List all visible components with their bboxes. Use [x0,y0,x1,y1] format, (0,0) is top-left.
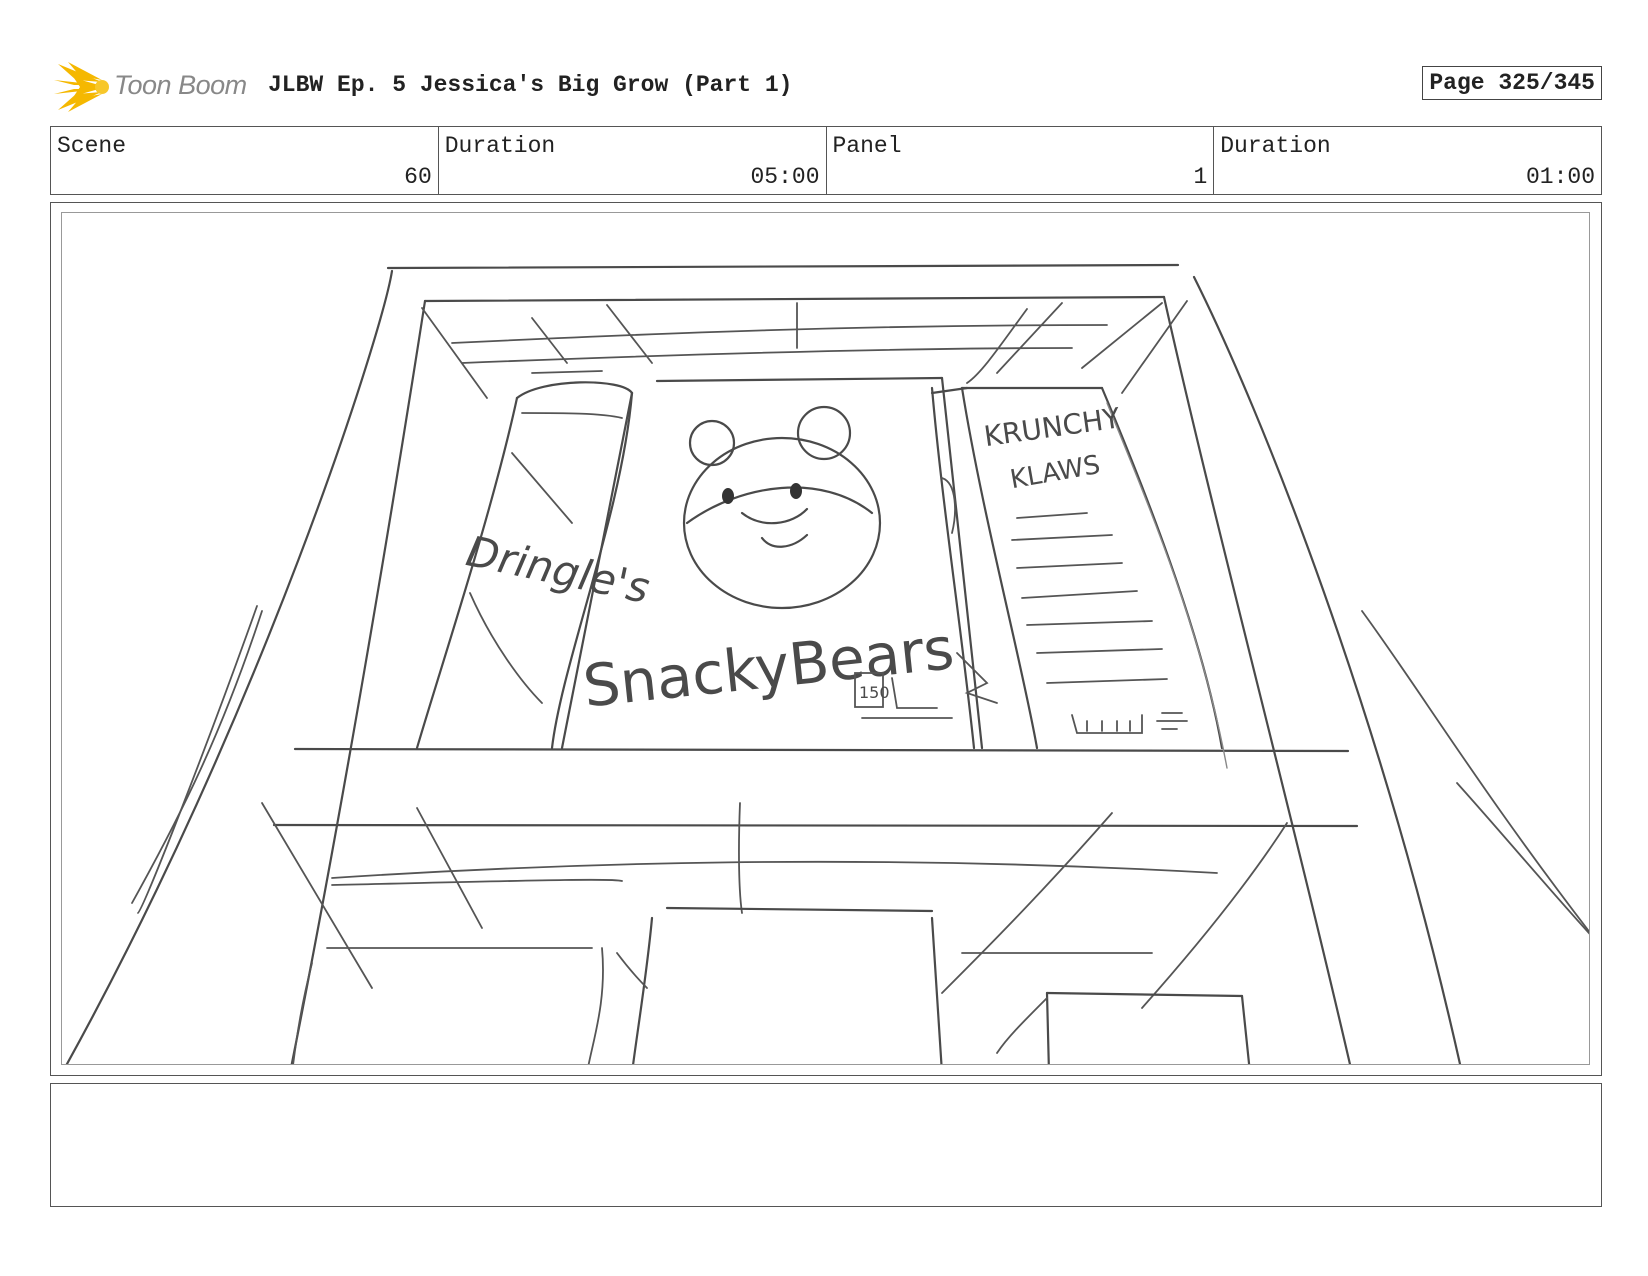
starburst-icon [54,62,109,112]
panel-sketch: Dringle's SnackyBears 150 KRUNCHY KLAWS [65,263,1589,1064]
document-title: JLBW Ep. 5 Jessica's Big Grow (Part 1) [268,72,793,98]
scene-duration-value: 05:00 [750,164,820,190]
panel-duration-label: Duration [1220,133,1331,159]
snacky-bears-label: SnackyBears [580,614,957,721]
panel-duration-cell: Duration 01:00 [1214,127,1601,194]
scene-duration-label: Duration [444,133,556,159]
scene-value: 60 [404,164,432,190]
scene-cell: Scene 60 [51,127,439,194]
top-shelf-detail [421,300,1188,399]
shot-info-row: Scene 60 Duration 05:00 Panel 1 Duration… [50,126,1602,195]
toon-boom-logo: Toon Boom [54,60,254,114]
panel-duration-value: 01:00 [1525,164,1595,190]
panel-notes [50,1083,1602,1207]
klaws-label: KLAWS [1008,450,1103,495]
dringles-label: Dringle's [462,526,654,612]
panel-label: Panel [832,133,902,159]
page-counter: Page 325/345 [1422,66,1602,100]
scene-duration-cell: Duration 05:00 [439,127,827,194]
lower-shelf [261,802,1288,1064]
krunchy-klaws-box: KRUNCHY KLAWS [960,386,1228,769]
storyboard-header: Toon Boom JLBW Ep. 5 Jessica's Big Grow … [50,58,1602,118]
logo-wordmark: Toon Boom [114,70,247,100]
krunchy-label: KRUNCHY [982,401,1123,453]
price-tag: 150 [859,683,890,702]
panel-value: 1 [1193,164,1208,190]
storyboard-panel: Dringle's SnackyBears 150 KRUNCHY KLAWS [50,202,1602,1076]
panel-cell: Panel 1 [827,127,1215,194]
scene-label: Scene [57,133,127,159]
panel-safe-area: Dringle's SnackyBears 150 KRUNCHY KLAWS [61,212,1590,1065]
